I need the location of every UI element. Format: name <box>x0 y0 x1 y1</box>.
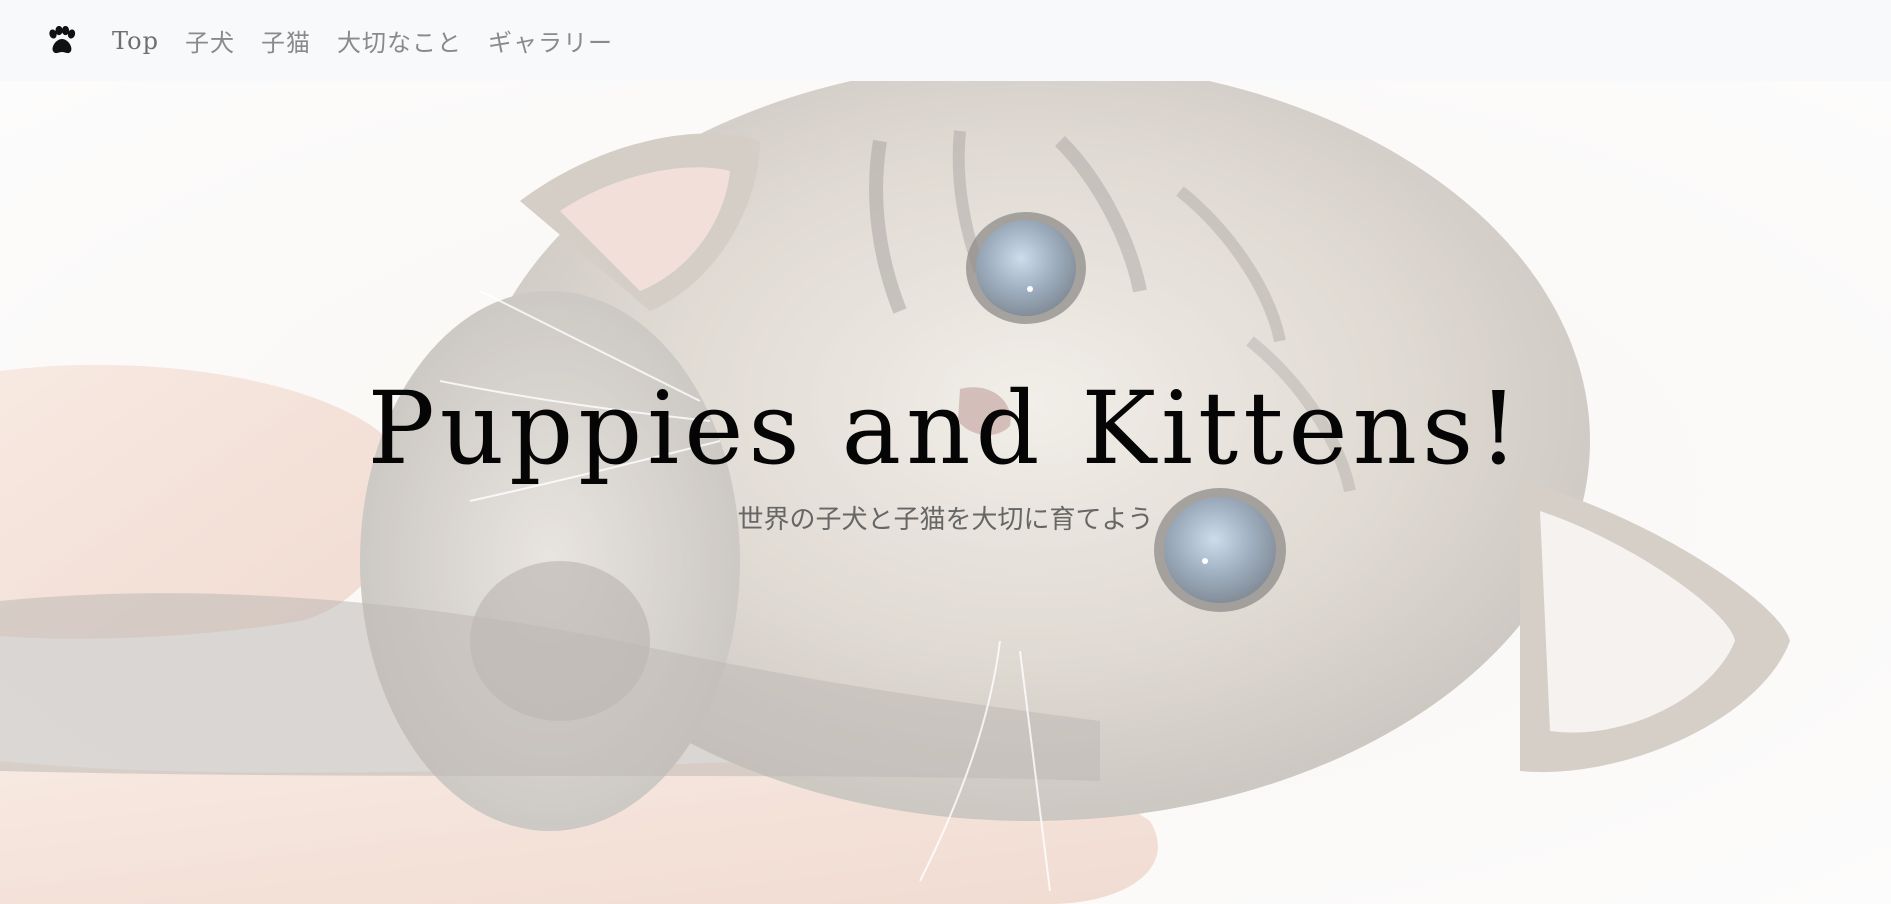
brand-logo[interactable] <box>46 25 78 57</box>
nav-item-kittens[interactable]: 子猫 <box>261 23 311 58</box>
hero-section: Puppies and Kittens! 世界の子犬と子猫を大切に育てよう <box>0 81 1891 904</box>
nav-item-puppies[interactable]: 子犬 <box>185 23 235 58</box>
navbar: Top 子犬 子猫 大切なこと ギャラリー <box>0 0 1891 81</box>
nav-menu: Top 子犬 子猫 大切なこと ギャラリー <box>112 23 639 58</box>
nav-item-important[interactable]: 大切なこと <box>337 23 462 58</box>
paw-icon <box>49 25 76 53</box>
hero-title: Puppies and Kittens! <box>367 370 1524 487</box>
hero-overlay <box>0 81 1891 904</box>
nav-item-gallery[interactable]: ギャラリー <box>488 23 613 58</box>
hero-subtitle: 世界の子犬と子猫を大切に育てよう <box>737 505 1154 535</box>
nav-item-top[interactable]: Top <box>112 27 159 55</box>
